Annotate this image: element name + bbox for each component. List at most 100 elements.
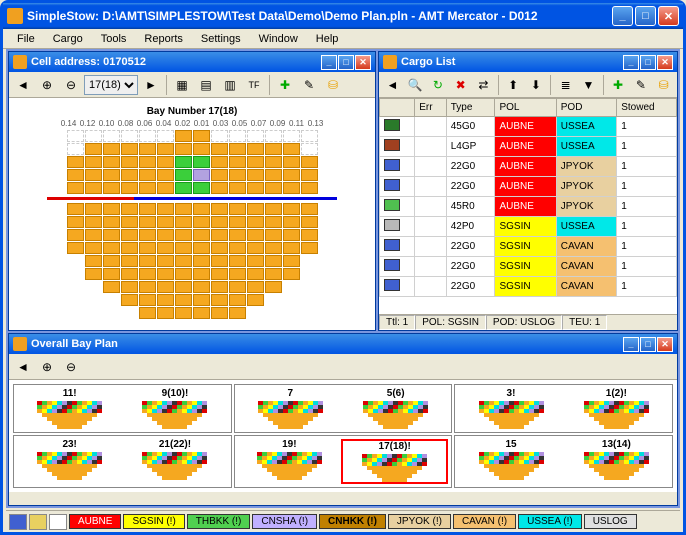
- window-titlebar[interactable]: SimpleStow: D:\AMT\SIMPLESTOW\Test Data\…: [3, 3, 683, 29]
- bay-cell[interactable]: [229, 156, 246, 168]
- bay-cell[interactable]: [265, 242, 282, 254]
- bay-cell[interactable]: [283, 182, 300, 194]
- bay-cell[interactable]: [211, 203, 228, 215]
- table-row[interactable]: 22G0 AUBNE JPYOK 1: [380, 157, 677, 177]
- menu-window[interactable]: Window: [259, 33, 298, 45]
- bay-cell[interactable]: [193, 268, 210, 280]
- bay-cell[interactable]: [247, 281, 264, 293]
- bay-cell[interactable]: [85, 203, 102, 215]
- swap-icon[interactable]: ⇄: [473, 74, 494, 96]
- bay-plan-view[interactable]: Bay Number 17(18) 0.140.120.100.080.060.…: [9, 98, 375, 330]
- bay-cell[interactable]: [121, 242, 138, 254]
- bay-cell[interactable]: [85, 156, 102, 168]
- add-icon[interactable]: ✚: [274, 74, 296, 96]
- panel-minimize-button[interactable]: _: [623, 337, 639, 352]
- bay-cell[interactable]: [85, 169, 102, 181]
- bay-cell[interactable]: [211, 268, 228, 280]
- bay-cell[interactable]: [265, 203, 282, 215]
- bay-cell[interactable]: [121, 255, 138, 267]
- mini-bay[interactable]: 13(14): [564, 439, 669, 484]
- bay-cell[interactable]: [139, 156, 156, 168]
- mini-bay[interactable]: 5(6): [343, 388, 448, 429]
- panel-close-button[interactable]: ✕: [657, 55, 673, 70]
- bay-cell[interactable]: [301, 169, 318, 181]
- bay-cell[interactable]: [247, 216, 264, 228]
- bay-cell[interactable]: [139, 203, 156, 215]
- mini-bay[interactable]: 3!: [458, 388, 563, 429]
- tool-icon-3[interactable]: [49, 514, 67, 530]
- bay-cell[interactable]: [247, 294, 264, 306]
- bay-cell[interactable]: [229, 216, 246, 228]
- bay-cell[interactable]: [283, 130, 300, 142]
- tool-icon-2[interactable]: [29, 514, 47, 530]
- bay-cell[interactable]: [211, 307, 228, 319]
- table-row[interactable]: 22G0 AUBNE JPYOK 1: [380, 177, 677, 197]
- bay-cell[interactable]: [139, 216, 156, 228]
- bay-cell[interactable]: [229, 242, 246, 254]
- bay-cell[interactable]: [229, 130, 246, 142]
- bay-cell[interactable]: [157, 242, 174, 254]
- bay-cell[interactable]: [85, 130, 102, 142]
- bay-cell[interactable]: [139, 169, 156, 181]
- panel-close-button[interactable]: ✕: [355, 55, 371, 70]
- port-chip-uslog[interactable]: USLOG: [584, 514, 637, 529]
- bay-cell[interactable]: [247, 182, 264, 194]
- bay-cell[interactable]: [121, 143, 138, 155]
- bay-cell[interactable]: [157, 307, 174, 319]
- bay-cell[interactable]: [193, 143, 210, 155]
- bay-cell[interactable]: [265, 130, 282, 142]
- bay-cell[interactable]: [175, 156, 192, 168]
- bay-cell[interactable]: [211, 255, 228, 267]
- bay-cell[interactable]: [229, 255, 246, 267]
- database-icon[interactable]: ⛁: [322, 74, 344, 96]
- bay-cell[interactable]: [139, 242, 156, 254]
- table-row[interactable]: 22G0 SGSIN CAVAN 1: [380, 257, 677, 277]
- tf-button[interactable]: TF: [243, 74, 265, 96]
- bay-cell[interactable]: [265, 216, 282, 228]
- bay-cell[interactable]: [193, 294, 210, 306]
- bay-cell[interactable]: [67, 156, 84, 168]
- mini-bay[interactable]: 21(22)!: [122, 439, 227, 484]
- overall-bay-grid[interactable]: 11!9(10)!75(6)3!1(2)!23!21(22)!19!17(18)…: [9, 380, 677, 492]
- panel-maximize-button[interactable]: □: [640, 55, 656, 70]
- sort-desc-icon[interactable]: ⬇: [526, 74, 547, 96]
- bay-cell[interactable]: [121, 281, 138, 293]
- refresh-icon[interactable]: ↻: [428, 74, 449, 96]
- bay-cell[interactable]: [139, 307, 156, 319]
- bay-cell[interactable]: [121, 203, 138, 215]
- bay-cell[interactable]: [157, 156, 174, 168]
- bay-cell[interactable]: [103, 255, 120, 267]
- panel-close-button[interactable]: ✕: [657, 337, 673, 352]
- bay-cell[interactable]: [103, 143, 120, 155]
- bay-cell[interactable]: [283, 255, 300, 267]
- bay-cell[interactable]: [283, 268, 300, 280]
- bay-cell[interactable]: [157, 281, 174, 293]
- bay-cell[interactable]: [139, 255, 156, 267]
- port-chip-sgsin[interactable]: SGSIN (!): [123, 514, 184, 529]
- bay-cell[interactable]: [265, 281, 282, 293]
- mini-bay[interactable]: 15: [458, 439, 563, 484]
- bay-cell[interactable]: [157, 130, 174, 142]
- bay-cell[interactable]: [301, 156, 318, 168]
- bay-cell[interactable]: [283, 156, 300, 168]
- bay-cell[interactable]: [85, 268, 102, 280]
- bay-cell[interactable]: [121, 268, 138, 280]
- bay-cell[interactable]: [247, 229, 264, 241]
- bay-cell[interactable]: [265, 143, 282, 155]
- bay-cell[interactable]: [175, 281, 192, 293]
- bay-cell[interactable]: [247, 130, 264, 142]
- table-row[interactable]: 42P0 SGSIN USSEA 1: [380, 217, 677, 237]
- bay-cell[interactable]: [139, 294, 156, 306]
- bay-cell[interactable]: [175, 242, 192, 254]
- bay-cell[interactable]: [211, 242, 228, 254]
- cargo-table-body[interactable]: ErrTypePOLPODStowed 45G0 AUBNE USSEA 1 L…: [379, 98, 677, 314]
- bay-cell[interactable]: [211, 281, 228, 293]
- bay-cell[interactable]: [67, 130, 84, 142]
- bay-cell[interactable]: [283, 143, 300, 155]
- mini-bay[interactable]: 9(10)!: [122, 388, 227, 429]
- bay-cell[interactable]: [247, 203, 264, 215]
- bay-cell[interactable]: [247, 143, 264, 155]
- bay-cell[interactable]: [103, 216, 120, 228]
- port-chip-thbkk[interactable]: THBKK (!): [187, 514, 251, 529]
- bay-cell[interactable]: [283, 229, 300, 241]
